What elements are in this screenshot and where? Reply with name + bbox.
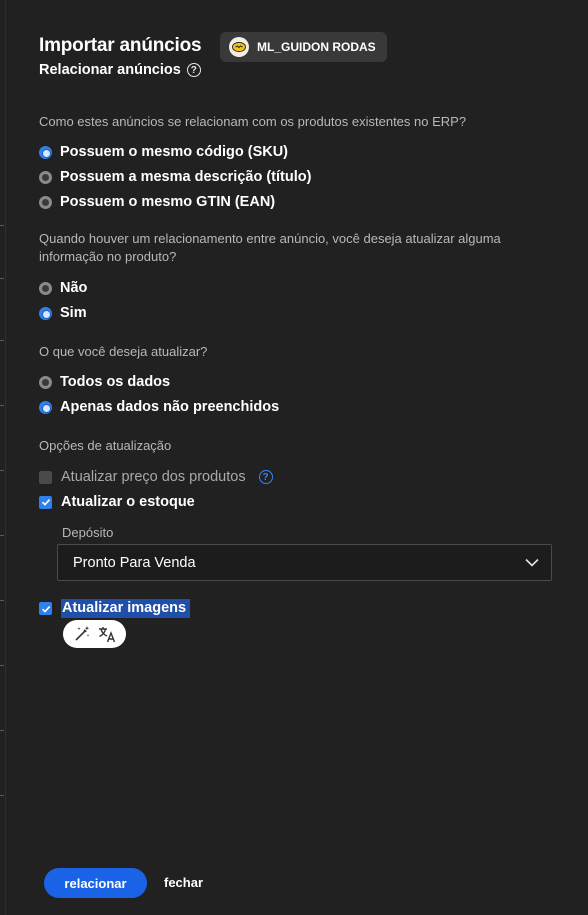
radio-gtin[interactable]: Possuem o mesmo GTIN (EAN) — [39, 194, 275, 210]
deposit-select-value: Pronto Para Venda — [73, 554, 196, 571]
radio-descricao[interactable]: Possuem a mesma descrição (título) — [39, 169, 311, 185]
account-chip: ML_GUIDON RODAS — [220, 32, 387, 62]
edge-tick — [0, 405, 4, 406]
radio-label: Possuem o mesmo GTIN (EAN) — [60, 194, 276, 210]
checkbox-label: Atualizar preço dos produtos — [61, 469, 246, 485]
radio-sku[interactable]: Possuem o mesmo código (SKU) — [39, 144, 288, 160]
edge-tick — [0, 795, 4, 796]
relacionar-button[interactable]: relacionar — [44, 868, 147, 898]
radio-label: Não — [60, 280, 88, 296]
chevron-down-icon — [525, 558, 539, 567]
radio-unselected-icon[interactable] — [39, 170, 52, 184]
radio-selected-icon[interactable] — [39, 400, 52, 414]
section-subtitle: Relacionar anúncios ? — [39, 62, 201, 78]
edge-tick — [0, 600, 4, 601]
deposit-select[interactable]: Pronto Para Venda — [57, 544, 552, 581]
account-chip-label: ML_GUIDON RODAS — [257, 40, 376, 54]
radio-label: Apenas dados não preenchidos — [60, 399, 280, 415]
edge-tick — [0, 340, 4, 341]
checkbox-unchecked[interactable] — [39, 470, 52, 484]
checkbox-atualizar-estoque[interactable]: Atualizar o estoque — [39, 494, 195, 510]
radio-nao[interactable]: Não — [39, 280, 87, 296]
edge-tick — [0, 225, 4, 226]
radio-nao-preenchidos[interactable]: Apenas dados não preenchidos — [39, 399, 279, 415]
relation-question: Como estes anúncios se relacionam com os… — [39, 114, 467, 129]
checkbox-label-selected: Atualizar imagens — [61, 599, 191, 618]
translate-icon[interactable] — [97, 624, 117, 644]
help-icon[interactable]: ? — [186, 63, 201, 77]
account-avatar-icon — [229, 37, 249, 57]
magic-wand-icon[interactable] — [72, 624, 92, 644]
checkbox-atualizar-imagens[interactable]: Atualizar imagens — [39, 599, 191, 618]
radio-unselected-icon[interactable] — [39, 375, 52, 389]
radio-sim[interactable]: Sim — [39, 305, 87, 321]
update-question: Quando houver um relacionamento entre an… — [39, 231, 501, 264]
background-panel-edge — [0, 0, 6, 915]
edge-tick — [0, 535, 4, 536]
checkbox-atualizar-preco[interactable]: Atualizar preço dos produtos ? — [39, 469, 273, 485]
checkbox-checked[interactable] — [39, 495, 52, 509]
radio-label: Todos os dados — [60, 374, 171, 390]
radio-label: Sim — [60, 305, 87, 321]
what-update-question: O que você deseja atualizar? — [39, 344, 208, 359]
radio-label: Possuem a mesma descrição (título) — [60, 169, 312, 185]
radio-selected-icon[interactable] — [39, 306, 52, 320]
subtitle-text: Relacionar anúncios — [39, 62, 181, 78]
checkbox-label: Atualizar o estoque — [61, 494, 195, 510]
checkbox-checked[interactable] — [39, 602, 52, 615]
page-title: Importar anúncios — [39, 35, 202, 56]
check-icon — [41, 605, 50, 613]
radio-label: Possuem o mesmo código (SKU) — [60, 144, 289, 160]
edge-tick — [0, 665, 4, 666]
edge-tick — [0, 470, 4, 471]
radio-unselected-icon[interactable] — [39, 195, 52, 209]
check-icon — [41, 499, 50, 506]
text-selection-popup — [63, 620, 126, 648]
help-icon[interactable]: ? — [258, 470, 273, 484]
radio-unselected-icon[interactable] — [39, 281, 52, 295]
radio-selected-icon[interactable] — [39, 145, 52, 159]
fechar-button[interactable]: fechar — [164, 875, 203, 890]
edge-tick — [0, 730, 4, 731]
edge-tick — [0, 278, 4, 279]
radio-todos-dados[interactable]: Todos os dados — [39, 374, 170, 390]
deposit-label: Depósito — [62, 525, 114, 540]
update-options-label: Opções de atualização — [39, 438, 172, 453]
